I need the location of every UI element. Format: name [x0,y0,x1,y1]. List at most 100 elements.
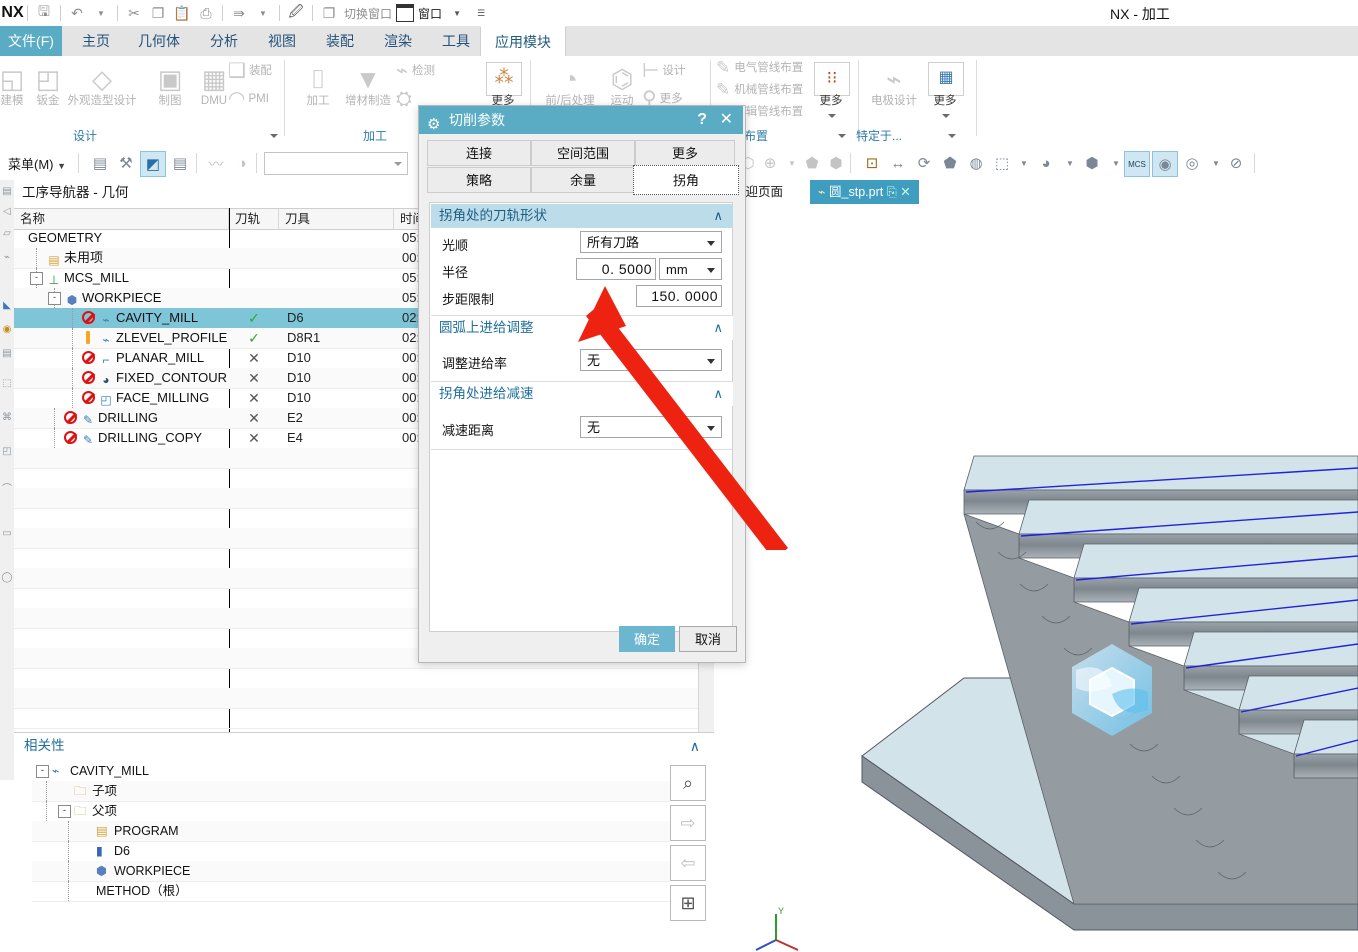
shade-icon[interactable]: ⬟ [800,151,824,175]
chevron-up-icon[interactable]: ∧ [690,733,700,759]
list-item[interactable]: 🗀 子项 [32,781,670,802]
switch-window-icon[interactable]: ❐ [318,3,340,24]
display-settings-icon[interactable]: ◎ [1180,151,1204,175]
hide-all-icon[interactable]: ⊘ [1224,151,1248,175]
ribbon-item-motion[interactable]: ⌬ 运动 [598,64,646,108]
shaded-icon[interactable]: ⬟ [938,151,962,175]
roles-icon[interactable]: ▤ [1,346,13,360]
dialog-title-bar[interactable]: ⚙ 切削参数 ? ✕ [419,106,743,134]
chevron-down-icon[interactable] [707,359,715,364]
chevron-down-icon[interactable] [394,162,402,166]
quick-access-toolbar[interactable]: NX 🖫 ↶ ▼ ✂ ❐ 📋 ⎙ ⇛ ▼ 🖉 ❐ 切换窗口 窗口 ▼ ☰ [0,2,492,24]
paste-icon[interactable]: 📋 [171,3,193,24]
more-dropdown-icon[interactable] [942,114,950,118]
history-icon[interactable]: ◉ [1,322,13,336]
assembly-navigator-icon[interactable]: ◁ [1,204,13,218]
ribbon-item-inspection[interactable]: ⌁ 检测 [396,60,466,82]
undo-dropdown-icon[interactable]: ▼ [90,3,112,24]
toolbar-overflow-icon[interactable]: ☰ [470,3,492,24]
zoom-icon[interactable]: ↔ [886,151,910,175]
dialog-tab-corner[interactable]: 拐角 [633,165,739,195]
document-tab-bar[interactable]: ⌂ 欢迎页面 ⌁ 圆_stp.prt ⎘ ✕ [714,180,1358,206]
ribbon-tab-file[interactable]: 文件(F) [0,26,62,56]
cell-name[interactable]: ⌁ CAVITY_MILL [14,308,229,328]
ok-button[interactable]: 确定 [619,626,675,652]
ribbon-more-manufacturing-button[interactable]: ⁂ [486,62,522,96]
render-dropdown-icon[interactable]: ▼ [1058,151,1082,175]
list-item[interactable]: ▤ PROGRAM [32,821,670,842]
search-combo[interactable] [264,152,408,175]
ribbon-item-more-routing[interactable]: 更多 [810,94,852,108]
ribbon-item-additive[interactable]: ▼ 增材制造 [336,64,400,108]
chevron-down-icon[interactable] [707,268,715,273]
cell-name[interactable]: ⌁ ZLEVEL_PROFILE [14,328,229,348]
show-hide-icon[interactable]: ◉ [1152,151,1178,177]
list-item[interactable]: METHOD（根） [32,881,670,902]
ribbon-more-routing-button[interactable]: ⁝⁝ [814,62,850,96]
more-dropdown-icon[interactable] [828,114,836,118]
help-icon[interactable]: ? [697,106,707,134]
dialog-tab-strategy[interactable]: 策略 [427,167,531,193]
cancel-button[interactable]: 取消 [679,626,737,652]
part-3d-view[interactable]: Y [714,204,1358,951]
render-style-icon[interactable]: ◕ [1034,151,1058,175]
ribbon-tab-view[interactable]: 视图 [254,26,310,56]
create-program-icon[interactable]: ▤ [88,151,112,175]
ribbon-tab-render[interactable]: 渲染 [370,26,426,56]
ribbon-group-dropdown-icon[interactable] [948,134,956,138]
chevron-down-icon[interactable] [707,426,715,431]
wireframe-icon[interactable]: ⬚ [990,151,1014,175]
cell-name[interactable]: ▤ 未用项 [14,248,229,268]
process-studio-icon[interactable]: ⌘ [1,410,13,424]
section-header-corner-slowdown[interactable]: 拐角处进给减速 ∧ [431,381,733,406]
section-icon[interactable]: ⬢ [824,151,848,175]
hd3d-icon[interactable]: ⌒ [1,480,13,495]
cell-name[interactable]: GEOMETRY [14,228,229,248]
list-item[interactable]: ▮ D6 [32,841,670,862]
tree-expander[interactable]: - [36,765,49,778]
dialog-tab-extent[interactable]: 空间范围 [531,140,635,166]
close-icon[interactable]: ✕ [900,185,910,199]
cell-name[interactable]: - ⊥ MCS_MILL [14,268,229,288]
chevron-down-icon[interactable] [707,241,715,246]
adjust-feedrate-select[interactable]: 无 [580,349,722,371]
ribbon-group-dropdown-icon[interactable] [838,134,846,138]
forward-button[interactable]: ⇨ [670,805,706,841]
window-icon[interactable] [396,4,415,22]
ribbon-item-design-sim[interactable]: ⊢ 设计 [642,60,708,82]
ribbon-item-machining[interactable]: ⌷ 加工 [294,64,342,108]
slowdown-distance-select[interactable]: 无 [580,416,722,438]
shaded-edges-icon[interactable]: ◍ [964,151,988,175]
section-header-corner-toolpath-shape[interactable]: 拐角处的刀轨形状 ∧ [431,204,733,228]
ribbon-tab-assembly[interactable]: 装配 [312,26,368,56]
tree-expander[interactable]: - [30,272,43,285]
column-header-path[interactable]: 刀轨 [229,209,279,229]
ribbon-tab-home[interactable]: 主页 [68,26,124,56]
back-button[interactable]: ⇦ [670,845,706,881]
list-item[interactable]: ⬢ WORKPIECE [32,861,670,882]
ribbon-tab-strip[interactable]: 文件(F) 主页 几何体 分析 视图 装配 渲染 工具 应用模块 [0,26,1358,58]
constraint-navigator-icon[interactable]: ⌁ [1,250,13,264]
cell-name[interactable]: ◰ FACE_MILLING [14,388,229,408]
undo-icon[interactable]: ↶ [66,3,88,24]
section-header-arc-feedrate[interactable]: 圆弧上进给调整 ∧ [431,315,733,340]
radius-unit-select[interactable]: mm [659,258,722,280]
generate-toolpath-icon[interactable]: ⇛ [228,3,250,24]
dialog-tab-stock[interactable]: 余量 [531,167,635,193]
show-mcs-icon[interactable]: MCS [1124,151,1150,177]
cell-name[interactable]: - ⬢ WORKPIECE [14,288,229,308]
stepover-limit-input[interactable]: 150. 0000 [636,285,722,307]
column-header-tool[interactable]: 刀具 [279,209,394,229]
web-browser-icon[interactable]: ◰ [1,444,13,458]
close-icon[interactable]: ✕ [720,106,733,134]
paste-special-icon[interactable]: ⎙ [195,3,217,24]
switch-window-label[interactable]: 切换窗口 [342,5,394,22]
smoothing-select[interactable]: 所有刀路 [580,231,722,253]
fit-icon[interactable]: ⊡ [860,151,884,175]
ribbon-item-electrode-design[interactable]: ⌁ 电极设计 [862,64,926,108]
cell-name[interactable]: ⌐ PLANAR_MILL [14,348,229,368]
chevron-up-icon[interactable]: ∧ [713,382,723,406]
tree-expander[interactable]: - [48,292,61,305]
document-tab-part[interactable]: ⌁ 圆_stp.prt ⎘ ✕ [810,180,919,204]
dialog-tab-connect[interactable]: 连接 [427,140,531,166]
